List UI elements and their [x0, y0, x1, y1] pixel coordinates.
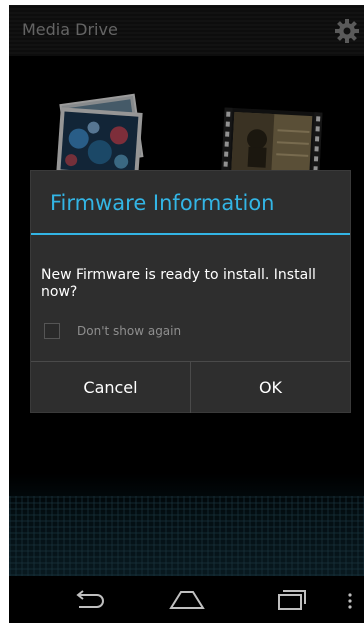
- recent-apps-icon: [278, 590, 306, 610]
- dialog-message: New Firmware is ready to install. Instal…: [41, 267, 316, 300]
- overflow-menu-button[interactable]: [343, 586, 357, 614]
- dialog-button-bar: Cancel OK: [31, 361, 350, 413]
- phone-screen: Media Drive Firmware Information New Fir…: [9, 5, 364, 623]
- recent-apps-button[interactable]: [271, 586, 311, 614]
- firmware-dialog: Firmware Information New Firmware is rea…: [30, 170, 351, 413]
- cancel-button[interactable]: Cancel: [31, 362, 190, 413]
- overflow-menu-icon: [348, 593, 352, 609]
- dialog-title-divider: [31, 233, 350, 235]
- dont-show-again-label: Don't show again: [77, 324, 182, 338]
- navigation-bar: [9, 576, 364, 623]
- dont-show-again-option[interactable]: Don't show again: [44, 321, 181, 341]
- dialog-title: Firmware Information: [50, 191, 275, 215]
- back-button[interactable]: [69, 586, 109, 614]
- home-icon: [169, 591, 205, 609]
- ok-button[interactable]: OK: [190, 362, 350, 413]
- back-arrow-icon: [76, 590, 104, 608]
- home-button[interactable]: [167, 586, 207, 614]
- dont-show-again-checkbox[interactable]: [44, 323, 60, 339]
